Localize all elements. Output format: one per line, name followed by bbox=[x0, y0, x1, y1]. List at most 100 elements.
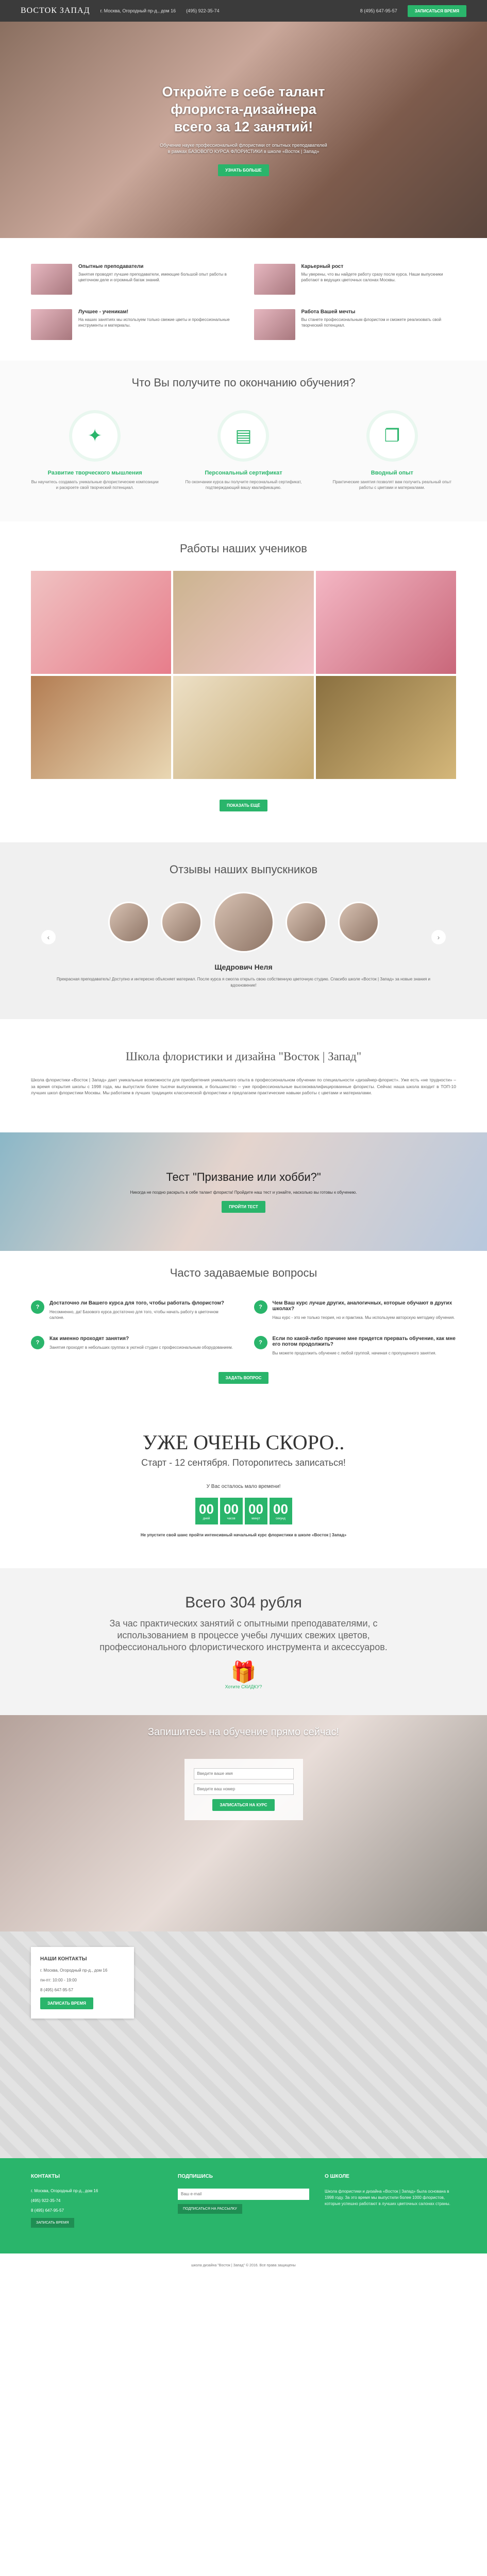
feature-title: Карьерный рост bbox=[301, 264, 344, 269]
name-field[interactable] bbox=[193, 1768, 294, 1780]
hero: Откройте в себе талант флориста-дизайнер… bbox=[0, 22, 487, 238]
work-image[interactable] bbox=[173, 676, 314, 779]
faq-item: ? Чем Ваш курс лучше других, аналогичных,… bbox=[254, 1300, 457, 1320]
avatar-active[interactable] bbox=[213, 892, 274, 953]
footer-phone-2[interactable]: 8 (495) 647-95-57 bbox=[31, 2208, 162, 2213]
contact-title: НАШИ КОНТАКТЫ bbox=[40, 1956, 87, 1962]
faq-answer: Вы можете продолжить обучение с любой гр… bbox=[272, 1351, 436, 1356]
ask-question-button[interactable]: ЗАДАТЬ ВОПРОС bbox=[218, 1371, 269, 1384]
hero-text: Обучение науке профессиональной флористи… bbox=[160, 142, 327, 155]
feature-text: На наших занятиях мы используем только с… bbox=[78, 317, 230, 328]
work-image[interactable] bbox=[315, 571, 456, 674]
footer-about-text: Школа флористики и дизайна «Восток | Зап… bbox=[325, 2189, 450, 2206]
map[interactable]: НАШИ КОНТАКТЫ г. Москва, Огородный пр-д.… bbox=[0, 1931, 487, 2158]
signup-button[interactable]: ЗАПИСАТЬСЯ НА КУРС bbox=[212, 1799, 275, 1811]
signup-form: ЗАПИСАТЬСЯ НА КУРС bbox=[184, 1758, 303, 1820]
header-address: г. Москва, Огородный пр-д., дом 16 bbox=[100, 8, 176, 13]
benefit-item: ✦ Развитие творческого мышления Вы научите… bbox=[31, 410, 159, 490]
question-icon: ? bbox=[254, 1336, 267, 1350]
footer-address: г. Москва, Огородный пр-д., дом 16 bbox=[31, 2188, 98, 2193]
features: Опытные преподаватели Занятия проводят лу… bbox=[0, 238, 487, 361]
works: Работы наших учеников ПОКАЗАТЬ ЕЩЁ bbox=[0, 521, 487, 842]
faq: Часто задаваемые вопросы ? Достаточно ли … bbox=[0, 1251, 487, 1410]
question-icon: ? bbox=[31, 1336, 44, 1350]
copyright: школа дизайна "Восток | Запад" © 2016. В… bbox=[191, 2263, 296, 2267]
work-image[interactable] bbox=[31, 571, 172, 674]
work-image[interactable] bbox=[315, 676, 456, 779]
timer-minutes: 00 bbox=[248, 1501, 263, 1517]
faq-question: Достаточно ли Вашего курса для того, что… bbox=[49, 1300, 224, 1306]
gift-label[interactable]: Хотите СКИДКУ? bbox=[31, 1684, 456, 1689]
feature-item: Карьерный рост Мы уверены, что вы найдете… bbox=[254, 264, 457, 295]
learn-more-button[interactable]: УЗНАТЬ БОЛЬШЕ bbox=[218, 164, 269, 176]
benefit-title: Вводный опыт bbox=[371, 470, 413, 476]
school-title: Школа флористики и дизайна "Восток | Зап… bbox=[125, 1049, 362, 1063]
email-field[interactable] bbox=[178, 2188, 309, 2200]
benefits: Что Вы получите по окончанию обучения? ✦… bbox=[0, 361, 487, 522]
reviews: Отзывы наших выпускников ‹ › Щедрович Не… bbox=[0, 842, 487, 1019]
price: Всего 304 рубля За час практических заня… bbox=[0, 1568, 487, 1715]
feature-title: Опытные преподаватели bbox=[78, 264, 144, 269]
signup-title: Запишитесь на обучение прямо сейчас! bbox=[147, 1726, 340, 1738]
countdown-note: Не упустите свой шанс пройти интенсивный… bbox=[140, 1532, 347, 1537]
gift-icon[interactable]: 🎁 bbox=[31, 1660, 456, 1684]
timer-label: часов bbox=[227, 1517, 236, 1521]
feature-image bbox=[254, 309, 295, 340]
contact-button[interactable]: ЗАПИСАТЬ ВРЕМЯ bbox=[40, 1997, 93, 2009]
faq-answer: Несомненно, да! Базового курса достаточн… bbox=[49, 1310, 219, 1320]
works-title: Работы наших учеников bbox=[180, 542, 307, 555]
header-phone-2[interactable]: 8 (495) 647-95-57 bbox=[360, 8, 397, 13]
feature-text: Мы уверены, что вы найдете работу сразу … bbox=[301, 272, 443, 283]
footer-signup-button[interactable]: ЗАПИСАТЬ ВРЕМЯ bbox=[31, 2217, 74, 2228]
phone-field[interactable] bbox=[193, 1783, 294, 1795]
logo[interactable]: ВОСТОК ЗАПАД bbox=[21, 6, 90, 15]
header-phone[interactable]: (495) 922-35-74 bbox=[186, 8, 220, 13]
take-test-button[interactable]: ПРОЙТИ ТЕСТ bbox=[222, 1201, 265, 1213]
review-name: Щедрович Неля bbox=[214, 963, 273, 972]
countdown: УЖЕ ОЧЕНЬ СКОРО.. Старт - 12 сентября. П… bbox=[0, 1410, 487, 1568]
avatar[interactable] bbox=[108, 902, 149, 943]
feature-text: Вы станете профессиональным флористом и … bbox=[301, 317, 442, 328]
feature-item: Опытные преподаватели Занятия проводят лу… bbox=[31, 264, 233, 295]
contact-hours: пн-пт: 10:00 - 19:00 bbox=[40, 1977, 77, 1982]
feature-image bbox=[31, 264, 72, 295]
price-text: За час практических занятий с опытными п… bbox=[99, 1618, 388, 1653]
show-more-button[interactable]: ПОКАЗАТЬ ЕЩЁ bbox=[220, 800, 267, 812]
hero-title: Откройте в себе талант флориста-дизайнер… bbox=[162, 84, 325, 134]
timer-label: дней bbox=[203, 1517, 210, 1521]
benefit-item: ❐ Вводный опыт Практические занятия позвол… bbox=[328, 410, 456, 490]
book-icon: ❐ bbox=[366, 410, 418, 462]
benefit-text: По окончании курса вы получите персональ… bbox=[185, 480, 302, 490]
timer-days: 00 bbox=[199, 1501, 214, 1517]
footer-phone[interactable]: (495) 922-35-74 bbox=[31, 2198, 162, 2203]
subscribe-button[interactable]: ПОДПИСАТЬСЯ НА РАССЫЛКУ bbox=[178, 2204, 242, 2214]
countdown-title: УЖЕ ОЧЕНЬ СКОРО.. bbox=[142, 1430, 345, 1454]
faq-question: Если по какой-либо причине мне придется … bbox=[272, 1336, 456, 1348]
feature-text: Занятия проводят лучшие преподаватели, и… bbox=[78, 272, 227, 283]
faq-question: Как именно проходят занятия? bbox=[49, 1336, 129, 1342]
faq-item: ? Достаточно ли Вашего курса для того, чт… bbox=[31, 1300, 233, 1320]
footer: КОНТАКТЫ г. Москва, Огородный пр-д., дом… bbox=[0, 2158, 487, 2253]
timer-hours: 00 bbox=[224, 1501, 239, 1517]
header-cta-button[interactable]: ЗАПИСАТЬСЯ ВРЕМЯ bbox=[407, 5, 466, 17]
feature-item: Лучшее - ученикам! На наших занятиях мы и… bbox=[31, 309, 233, 340]
avatar[interactable] bbox=[338, 902, 379, 943]
timer: 00 дней 00 часов 00 минут 00 секунд bbox=[31, 1497, 456, 1524]
avatar[interactable] bbox=[285, 902, 327, 943]
footer-contacts-title: КОНТАКТЫ bbox=[31, 2173, 60, 2179]
work-image[interactable] bbox=[173, 571, 314, 674]
benefit-item: ▤ Персональный сертификат По окончании кур… bbox=[179, 410, 307, 490]
timer-seconds: 00 bbox=[273, 1501, 288, 1517]
contact-phone[interactable]: 8 (495) 647-95-57 bbox=[40, 1988, 125, 1992]
countdown-subtitle: У Вас осталось мало времени! bbox=[206, 1483, 281, 1489]
timer-label: минут bbox=[251, 1517, 260, 1521]
feature-title: Лучшее - ученикам! bbox=[78, 309, 129, 315]
avatar[interactable] bbox=[160, 902, 202, 943]
question-icon: ? bbox=[31, 1300, 44, 1314]
reviews-title: Отзывы наших выпускников bbox=[169, 863, 318, 876]
benefit-text: Практические занятия позволят вам получи… bbox=[332, 480, 452, 490]
timer-label: секунд bbox=[276, 1517, 286, 1521]
benefit-title: Персональный сертификат bbox=[205, 470, 282, 476]
work-image[interactable] bbox=[31, 676, 172, 779]
faq-answer: Занятия проходят в небольших группах в у… bbox=[49, 1345, 233, 1350]
